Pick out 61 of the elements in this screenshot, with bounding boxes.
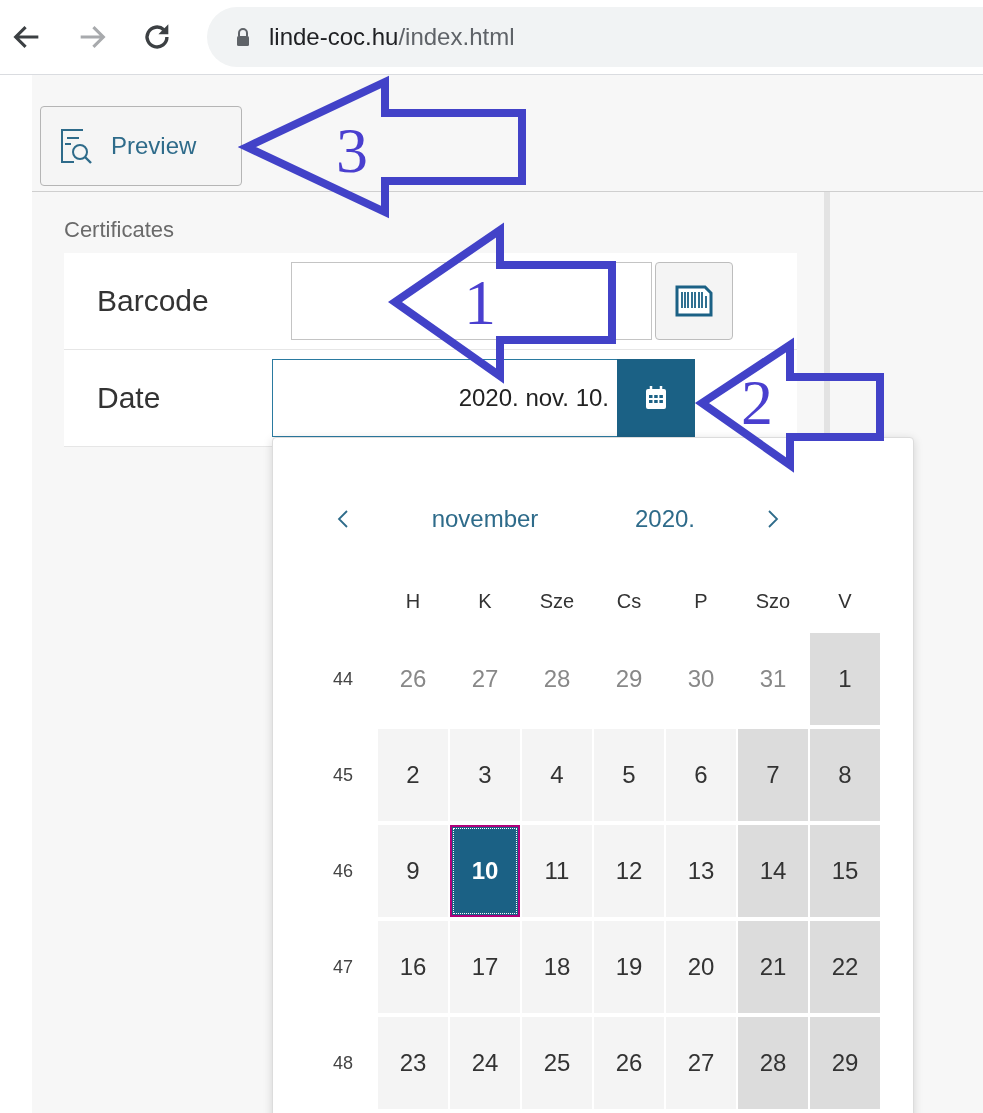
section-title: Certificates [63,216,176,244]
calendar-day[interactable]: 29 [810,1017,880,1109]
calendar-icon [644,385,668,411]
calendar-button[interactable] [617,359,695,437]
calendar-day[interactable]: 14 [738,825,808,917]
preview-button[interactable]: Preview [40,106,242,186]
calendar-day[interactable]: 19 [594,921,664,1013]
week-number: 44 [333,668,353,690]
calendar-day[interactable]: 4 [522,729,592,821]
calendar-day[interactable]: 16 [378,921,448,1013]
weekday-label: P [694,589,708,613]
weekday-label: Szo [755,589,791,613]
field-label: Barcode [96,284,210,318]
calendar-day[interactable]: 7 [738,729,808,821]
calendar-day[interactable]: 11 [522,825,592,917]
calendar-day[interactable]: 12 [594,825,664,917]
week-number: 48 [333,1052,353,1074]
document-search-icon [59,126,93,166]
calendar-day[interactable]: 13 [666,825,736,917]
annotation-number: 2 [741,367,773,438]
weekday-label: H [405,589,421,613]
annotation-number: 3 [336,115,368,186]
week-number: 46 [333,860,353,882]
week-number: 47 [333,956,353,978]
calendar-day[interactable]: 26 [594,1017,664,1109]
calendar-day[interactable]: 23 [378,1017,448,1109]
weekday-label: Sze [539,589,575,613]
calendar-day[interactable]: 24 [450,1017,520,1109]
month-selector[interactable]: november [431,505,539,533]
calendar-day[interactable]: 6 [666,729,736,821]
calendar-day[interactable]: 17 [450,921,520,1013]
calendar-day[interactable]: 1 [810,633,880,725]
lock-icon [235,27,251,47]
weekday-label: Cs [616,589,642,613]
year-selector[interactable]: 2020. [634,505,696,533]
calendar-day[interactable]: 22 [810,921,880,1013]
calendar-day[interactable]: 8 [810,729,880,821]
calendar-day[interactable]: 25 [522,1017,592,1109]
calendar-day[interactable]: 10 [450,825,520,917]
calendar-day[interactable]: 28 [738,1017,808,1109]
calendar-day[interactable]: 20 [666,921,736,1013]
calendar-day[interactable]: 5 [594,729,664,821]
previous-month-icon[interactable] [337,509,349,529]
calendar-day[interactable]: 15 [810,825,880,917]
field-label: Date [96,381,162,415]
calendar-day[interactable]: 18 [522,921,592,1013]
annotation-number: 1 [464,267,496,338]
calendar-day[interactable]: 2 [378,729,448,821]
weekday-label: V [838,589,852,613]
calendar-day[interactable]: 21 [738,921,808,1013]
barcode-icon [674,284,714,318]
calendar-day[interactable]: 3 [450,729,520,821]
calendar-day[interactable]: 27 [666,1017,736,1109]
barcode-scan-button[interactable] [655,262,733,340]
calendar-day[interactable]: 9 [378,825,448,917]
address-bar[interactable]: linde-coc.hu/index.html [207,7,983,67]
week-number: 45 [333,764,353,786]
url-text: linde-coc.hu/index.html [269,23,515,51]
date-field[interactable]: 2020. nov. 10. [272,359,617,437]
weekday-label: K [478,589,492,613]
next-month-icon[interactable] [767,509,779,529]
